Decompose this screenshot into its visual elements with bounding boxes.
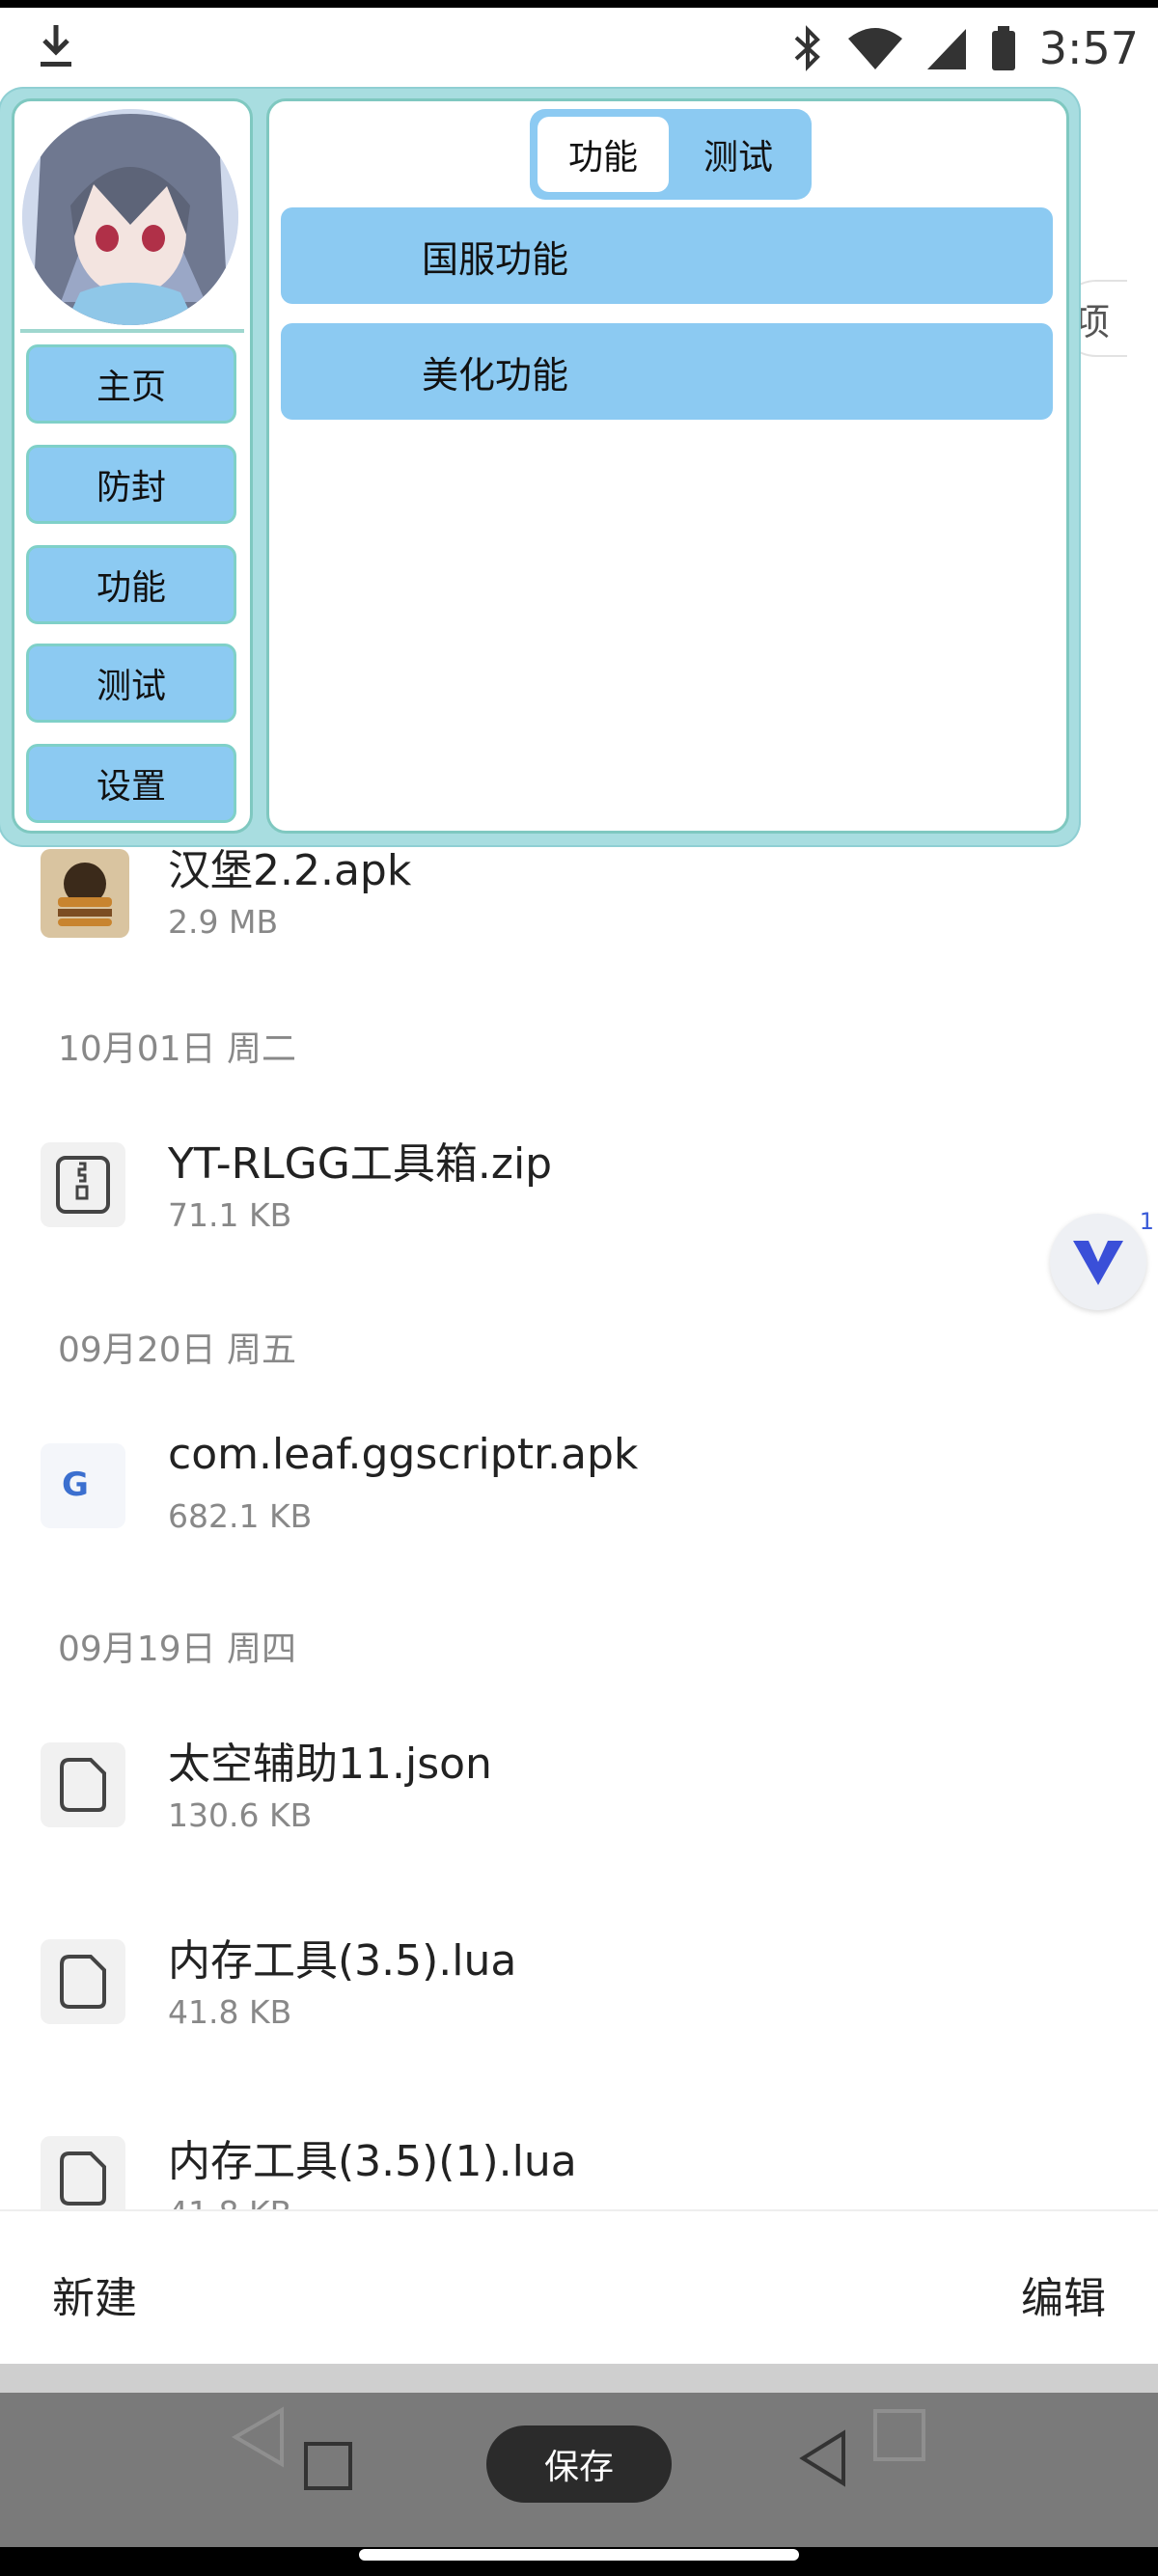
file-name: YT-RLGG工具箱.zip bbox=[168, 1139, 553, 1189]
home-indicator[interactable] bbox=[359, 2549, 799, 2561]
file-name: 内存工具(3.5)(1).lua bbox=[168, 2137, 577, 2186]
floating-assistant-button[interactable]: 1 bbox=[1050, 1208, 1154, 1310]
cn-server-features-button[interactable]: 国服功能 bbox=[281, 207, 1053, 304]
nav-divider bbox=[0, 2364, 1158, 2393]
file-icon bbox=[41, 1742, 125, 1827]
burger-thumbnail-icon bbox=[41, 849, 129, 938]
svg-text:G: G bbox=[62, 1466, 89, 1504]
status-icons: 3:57 bbox=[790, 19, 1139, 77]
file-size: 71.1 KB bbox=[168, 1196, 292, 1234]
file-size: 682.1 KB bbox=[168, 1497, 313, 1535]
sidebar-item-features[interactable]: 功能 bbox=[26, 545, 236, 624]
edit-button[interactable]: 编辑 bbox=[1021, 2263, 1106, 2325]
new-button[interactable]: 新建 bbox=[52, 2263, 137, 2325]
bottom-toolbar: 新建 编辑 bbox=[0, 2209, 1158, 2366]
date-header: 09月20日 周五 bbox=[58, 1330, 297, 1370]
file-icon bbox=[41, 1939, 125, 2024]
file-row[interactable]: G com.leaf.ggscriptr.apk 682.1 KB bbox=[0, 1430, 1158, 1588]
navigation-bar: 保存 bbox=[0, 2364, 1158, 2576]
nav-overlay: 保存 bbox=[0, 2393, 1158, 2547]
tab-switcher: 功能 测试 bbox=[530, 109, 812, 200]
file-name: com.leaf.ggscriptr.apk bbox=[168, 1430, 639, 1479]
signal-icon bbox=[926, 29, 966, 69]
file-size: 130.6 KB bbox=[168, 1796, 313, 1834]
sidebar-item-settings[interactable]: 设置 bbox=[26, 744, 236, 823]
back-icon[interactable] bbox=[797, 2427, 847, 2489]
file-size: 41.8 KB bbox=[168, 2194, 291, 2209]
sidebar-item-test[interactable]: 测试 bbox=[26, 644, 236, 723]
recents-icon[interactable] bbox=[872, 2408, 926, 2462]
sidebar-item-home[interactable]: 主页 bbox=[26, 344, 236, 424]
save-button[interactable]: 保存 bbox=[486, 2425, 672, 2503]
file-name: 太空辅助11.json bbox=[168, 1740, 492, 1789]
file-row[interactable]: 太空辅助11.json 130.6 KB bbox=[0, 1740, 1158, 1887]
file-size: 41.8 KB bbox=[168, 1993, 292, 2031]
tab-test[interactable]: 测试 bbox=[673, 117, 804, 192]
notification-badge: 1 bbox=[1139, 1208, 1154, 1235]
clock: 3:57 bbox=[1038, 22, 1139, 74]
date-header: 10月01日 周二 bbox=[58, 1029, 297, 1069]
sidebar-item-anti-ban[interactable]: 防封 bbox=[26, 445, 236, 524]
beautify-features-button[interactable]: 美化功能 bbox=[281, 323, 1053, 420]
date-header: 09月19日 周四 bbox=[58, 1630, 297, 1669]
divider bbox=[20, 329, 244, 333]
recents-icon[interactable] bbox=[303, 2441, 353, 2491]
v-logo-icon bbox=[1073, 1241, 1123, 1285]
menu-sidebar: 主页 防封 功能 测试 设置 bbox=[12, 98, 253, 834]
file-row[interactable]: 内存工具(3.5)(1).lua 41.8 KB bbox=[0, 2136, 1158, 2209]
tab-features[interactable]: 功能 bbox=[538, 117, 669, 192]
back-icon[interactable] bbox=[230, 2406, 288, 2468]
status-bar: 3:57 bbox=[0, 0, 1158, 96]
g-app-icon: G bbox=[41, 1443, 125, 1528]
file-name: 内存工具(3.5).lua bbox=[168, 1936, 517, 1986]
file-icon bbox=[41, 2136, 125, 2209]
zip-icon bbox=[41, 1142, 125, 1227]
wifi-icon bbox=[847, 28, 902, 69]
download-icon bbox=[37, 21, 75, 71]
file-size: 2.9 MB bbox=[168, 903, 279, 941]
file-row[interactable]: 内存工具(3.5).lua 41.8 KB bbox=[0, 1936, 1158, 2084]
avatar[interactable] bbox=[22, 109, 238, 325]
battery-icon bbox=[991, 26, 1015, 70]
menu-content: 功能 测试 国服功能 美化功能 bbox=[266, 98, 1069, 834]
floating-menu: 主页 防封 功能 测试 设置 功能 测试 国服功能 美化功能 bbox=[0, 89, 1079, 845]
bluetooth-icon bbox=[794, 25, 820, 71]
file-row[interactable]: 汉堡2.2.apk 2.9 MB bbox=[0, 846, 1158, 994]
status-bar-edge bbox=[0, 0, 1158, 8]
file-row[interactable]: YT-RLGG工具箱.zip 71.1 KB bbox=[0, 1139, 1158, 1287]
